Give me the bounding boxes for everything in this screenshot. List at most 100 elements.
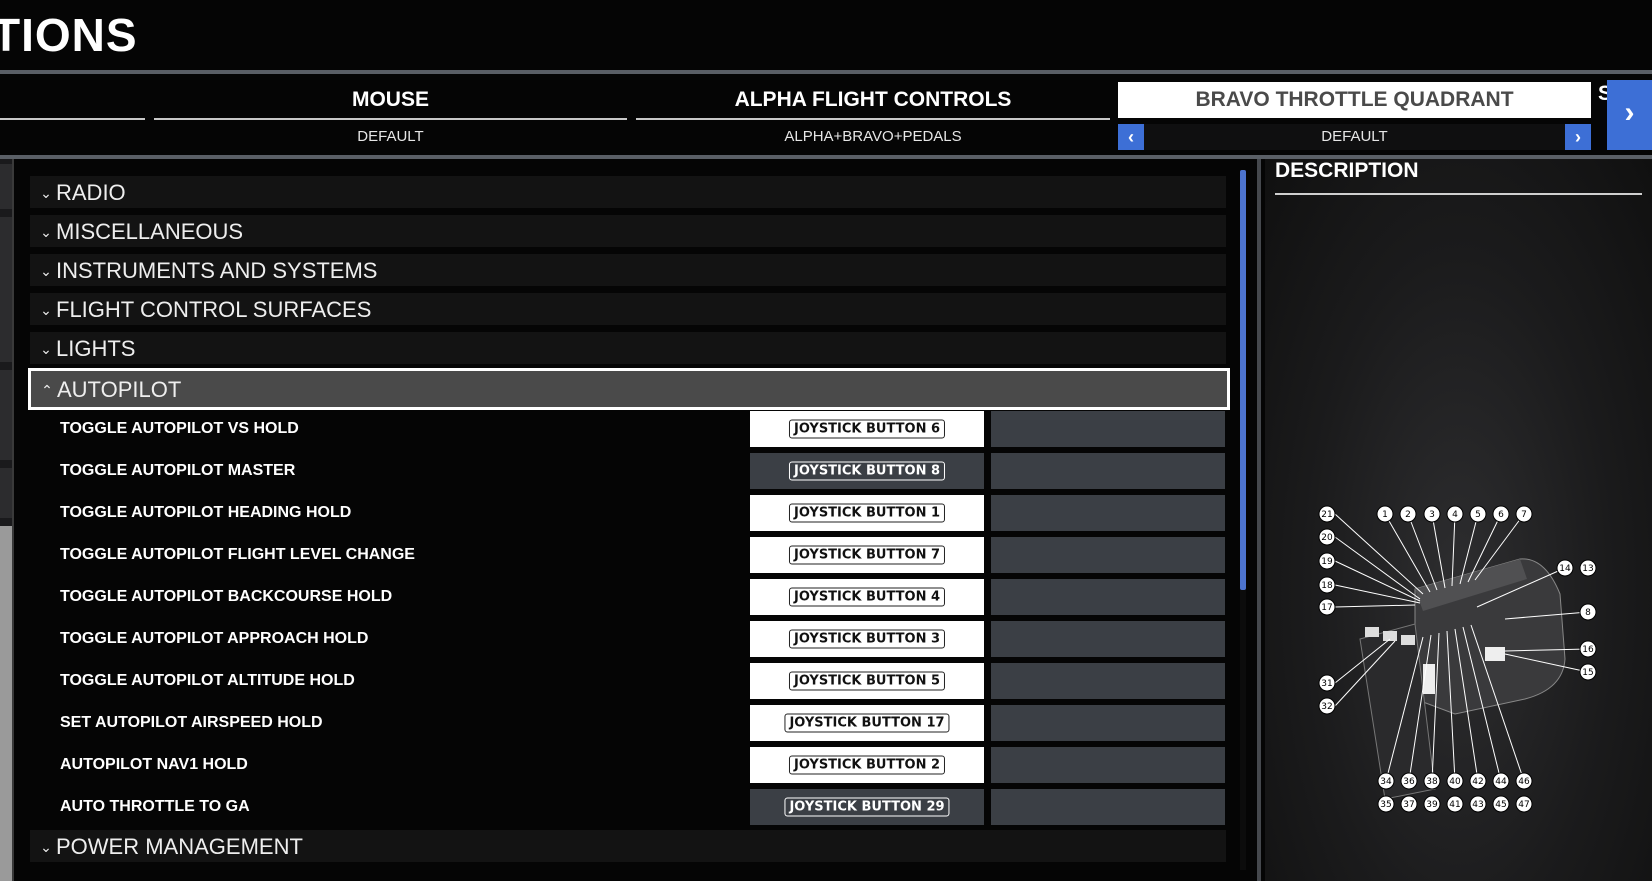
svg-text:19: 19	[1321, 557, 1333, 567]
svg-text:45: 45	[1495, 800, 1506, 810]
svg-text:37: 37	[1403, 800, 1414, 810]
svg-text:42: 42	[1472, 777, 1483, 787]
binding-action: TOGGLE AUTOPILOT ALTITUDE HOLD	[60, 672, 355, 689]
svg-text:41: 41	[1449, 800, 1460, 810]
description-divider	[1275, 193, 1642, 195]
svg-text:40: 40	[1449, 777, 1461, 787]
primary-binding-slot[interactable]: JOYSTICK BUTTON 6	[750, 411, 984, 447]
binding-row[interactable]: SET AUTOPILOT AIRSPEED HOLD JOYSTICK BUT…	[30, 705, 1226, 741]
binding-action: AUTOPILOT NAV1 HOLD	[60, 756, 248, 773]
secondary-binding-slot[interactable]	[991, 579, 1225, 615]
category-flight-control-surfaces[interactable]: ⌄ FLIGHT CONTROL SURFACES	[30, 293, 1226, 325]
binding-row[interactable]: TOGGLE AUTOPILOT APPROACH HOLD JOYSTICK …	[30, 621, 1226, 657]
description-title: DESCRIPTION	[1275, 159, 1419, 182]
header-divider	[0, 70, 1652, 74]
svg-text:36: 36	[1403, 777, 1415, 787]
svg-text:31: 31	[1321, 679, 1332, 689]
left-panel-edge	[0, 159, 14, 881]
binding-chip: JOYSTICK BUTTON 29	[784, 797, 950, 817]
secondary-binding-slot[interactable]	[991, 663, 1225, 699]
binding-action: AUTO THROTTLE TO GA	[60, 798, 250, 815]
svg-text:35: 35	[1380, 800, 1391, 810]
binding-chip: JOYSTICK BUTTON 4	[788, 587, 946, 607]
svg-text:43: 43	[1472, 800, 1483, 810]
tab-bravo-throttle-quadrant[interactable]: BRAVO THROTTLE QUADRANT DEFAULT ‹ ›	[1118, 82, 1591, 154]
category-autopilot[interactable]: ⌃ AUTOPILOT	[28, 368, 1230, 410]
binding-action: TOGGLE AUTOPILOT HEADING HOLD	[60, 504, 352, 521]
secondary-binding-slot[interactable]	[991, 537, 1225, 573]
primary-binding-slot[interactable]: JOYSTICK BUTTON 29	[750, 789, 984, 825]
svg-text:38: 38	[1426, 777, 1438, 787]
binding-chip: JOYSTICK BUTTON 5	[788, 671, 946, 691]
binding-row[interactable]: TOGGLE AUTOPILOT BACKCOURSE HOLD JOYSTIC…	[30, 579, 1226, 615]
svg-text:7: 7	[1521, 510, 1527, 520]
binding-row[interactable]: TOGGLE AUTOPILOT VS HOLD JOYSTICK BUTTON…	[30, 411, 1226, 447]
binding-action: TOGGLE AUTOPILOT APPROACH HOLD	[60, 630, 369, 647]
binding-row[interactable]: AUTO THROTTLE TO GA JOYSTICK BUTTON 29	[30, 789, 1226, 825]
secondary-binding-slot[interactable]	[991, 495, 1225, 531]
category-miscellaneous[interactable]: ⌄ MISCELLANEOUS	[30, 215, 1226, 247]
category-power-management[interactable]: ⌄ POWER MANAGEMENT	[30, 830, 1226, 862]
svg-text:21: 21	[1321, 510, 1332, 520]
svg-text:6: 6	[1498, 510, 1504, 520]
svg-text:13: 13	[1582, 564, 1593, 574]
binding-chip: JOYSTICK BUTTON 2	[788, 755, 946, 775]
binding-chip: JOYSTICK BUTTON 1	[788, 503, 946, 523]
svg-text:46: 46	[1518, 777, 1530, 787]
binding-chip: JOYSTICK BUTTON 3	[788, 629, 946, 649]
chevron-down-icon: ⌄	[40, 341, 52, 358]
binding-action: SET AUTOPILOT AIRSPEED HOLD	[60, 714, 323, 731]
tab-profile: ALPHA+BRAVO+PEDALS	[784, 128, 962, 145]
chevron-down-icon: ⌄	[40, 302, 52, 319]
primary-binding-slot[interactable]: JOYSTICK BUTTON 17	[750, 705, 984, 741]
svg-text:32: 32	[1321, 702, 1332, 712]
primary-binding-slot[interactable]: JOYSTICK BUTTON 5	[750, 663, 984, 699]
tab-name: ALPHA FLIGHT CONTROLS	[636, 82, 1110, 120]
category-lights[interactable]: ⌄ LIGHTS	[30, 332, 1226, 364]
primary-binding-slot[interactable]: JOYSTICK BUTTON 2	[750, 747, 984, 783]
binding-row[interactable]: TOGGLE AUTOPILOT HEADING HOLD JOYSTICK B…	[30, 495, 1226, 531]
binding-row[interactable]: TOGGLE AUTOPILOT FLIGHT LEVEL CHANGE JOY…	[30, 537, 1226, 573]
binding-chip: JOYSTICK BUTTON 17	[784, 713, 950, 733]
binding-row[interactable]: AUTOPILOT NAV1 HOLD JOYSTICK BUTTON 2	[30, 747, 1226, 783]
tab-profile: DEFAULT	[357, 128, 424, 145]
tab-name: MOUSE	[154, 82, 627, 120]
binding-chip: JOYSTICK BUTTON 8	[788, 461, 946, 481]
svg-text:3: 3	[1429, 510, 1435, 520]
profile-prev-button[interactable]: ‹	[1118, 124, 1144, 150]
profile-next-button[interactable]: ›	[1565, 124, 1591, 150]
tab-alpha-flight-controls[interactable]: ALPHA FLIGHT CONTROLS ALPHA+BRAVO+PEDALS	[636, 82, 1110, 154]
chevron-down-icon: ⌄	[40, 185, 52, 202]
description-panel: DESCRIPTION 21 1 2 3 4 5 6 7 20 19 18 17…	[1265, 159, 1652, 881]
binding-row[interactable]: TOGGLE AUTOPILOT MASTER JOYSTICK BUTTON …	[30, 453, 1226, 489]
chevron-down-icon: ⌄	[40, 263, 52, 280]
category-instruments-and-systems[interactable]: ⌄ INSTRUMENTS AND SYSTEMS	[30, 254, 1226, 286]
svg-text:39: 39	[1426, 800, 1438, 810]
secondary-binding-slot[interactable]	[991, 789, 1225, 825]
primary-binding-slot[interactable]: JOYSTICK BUTTON 7	[750, 537, 984, 573]
svg-text:20: 20	[1321, 533, 1333, 543]
primary-binding-slot[interactable]: JOYSTICK BUTTON 4	[750, 579, 984, 615]
primary-binding-slot[interactable]: JOYSTICK BUTTON 8	[750, 453, 984, 489]
secondary-binding-slot[interactable]	[991, 705, 1225, 741]
svg-text:47: 47	[1518, 800, 1529, 810]
tab-mouse[interactable]: MOUSE DEFAULT	[154, 82, 627, 154]
tab-name-empty	[0, 82, 145, 120]
tabs-next-button[interactable]: ›	[1607, 80, 1652, 150]
binding-chip: JOYSTICK BUTTON 7	[788, 545, 946, 565]
primary-binding-slot[interactable]: JOYSTICK BUTTON 3	[750, 621, 984, 657]
svg-text:14: 14	[1559, 564, 1571, 574]
primary-binding-slot[interactable]: JOYSTICK BUTTON 1	[750, 495, 984, 531]
scrollbar-thumb[interactable]	[1240, 170, 1246, 590]
secondary-binding-slot[interactable]	[991, 621, 1225, 657]
svg-text:15: 15	[1582, 668, 1593, 678]
secondary-binding-slot[interactable]	[991, 747, 1225, 783]
secondary-binding-slot[interactable]	[991, 411, 1225, 447]
binding-row[interactable]: TOGGLE AUTOPILOT ALTITUDE HOLD JOYSTICK …	[30, 663, 1226, 699]
tab-profile: DEFAULT	[1118, 124, 1591, 150]
svg-text:4: 4	[1452, 510, 1458, 520]
tab-partial-left[interactable]	[0, 82, 145, 154]
secondary-binding-slot[interactable]	[991, 453, 1225, 489]
svg-text:5: 5	[1475, 510, 1481, 520]
category-radio[interactable]: ⌄ RADIO	[30, 176, 1226, 208]
